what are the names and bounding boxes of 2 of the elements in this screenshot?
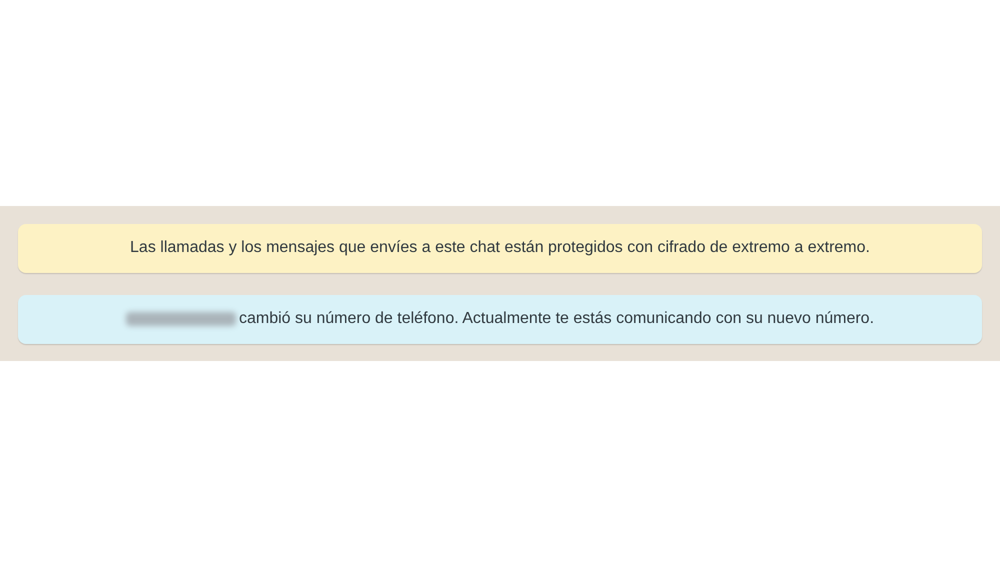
message-text: cambió su número de teléfono. Actualmente te estás comunicando con su nuevo número. — [238, 309, 874, 329]
message-text: Las llamadas y los mensajes que envíes a este chat están protegidos con cifrado de extremo a extremo. — [130, 238, 870, 258]
